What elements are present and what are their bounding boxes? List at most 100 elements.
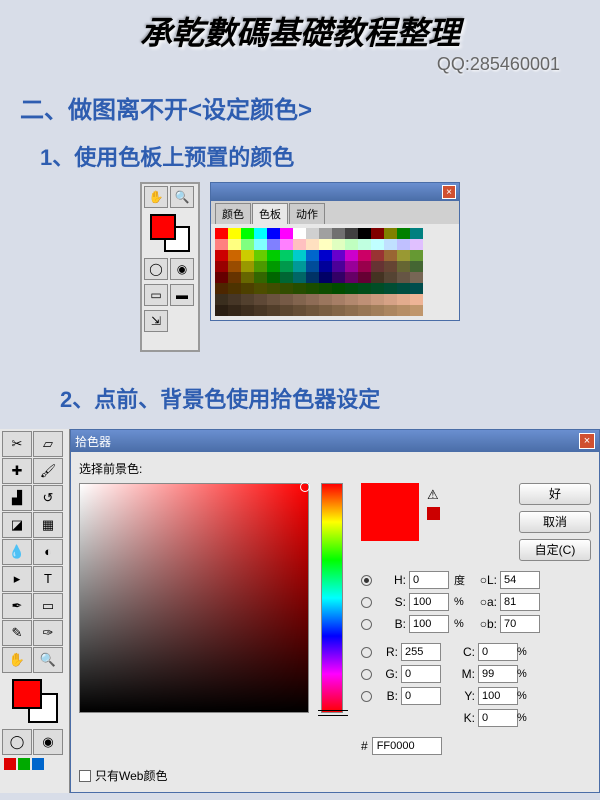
swatch-cell[interactable] bbox=[384, 239, 397, 250]
dodge-tool-icon[interactable]: ◐ bbox=[33, 539, 63, 565]
swatch-cell[interactable] bbox=[397, 239, 410, 250]
hex-input[interactable]: FF0000 bbox=[372, 737, 442, 755]
swatch-cell[interactable] bbox=[267, 261, 280, 272]
eyedropper-tool-icon[interactable]: ✑ bbox=[33, 620, 63, 646]
m-input[interactable]: 99 bbox=[478, 665, 518, 683]
swatch-cell[interactable] bbox=[371, 305, 384, 316]
tab-color[interactable]: 颜色 bbox=[215, 203, 251, 224]
swatch-cell[interactable] bbox=[306, 294, 319, 305]
swatch-cell[interactable] bbox=[319, 283, 332, 294]
swatch-cell[interactable] bbox=[254, 228, 267, 239]
swatch-cell[interactable] bbox=[384, 250, 397, 261]
path-tool-icon[interactable]: ▸ bbox=[2, 566, 32, 592]
swatch-cell[interactable] bbox=[254, 305, 267, 316]
screen-mode-2-icon[interactable]: ▬ bbox=[170, 284, 194, 306]
l-input[interactable]: 54 bbox=[500, 571, 540, 589]
swatch-cell[interactable] bbox=[345, 239, 358, 250]
swatch-cell[interactable] bbox=[293, 283, 306, 294]
eraser-tool-icon[interactable]: ◪ bbox=[2, 512, 32, 538]
mini-swatch[interactable] bbox=[32, 758, 44, 770]
gamut-warning-icon[interactable]: ⚠ bbox=[427, 487, 440, 503]
swatch-cell[interactable] bbox=[397, 261, 410, 272]
h-radio[interactable] bbox=[361, 575, 372, 586]
web-only-checkbox[interactable] bbox=[79, 770, 91, 782]
swatch-cell[interactable] bbox=[228, 283, 241, 294]
swatch-cell[interactable] bbox=[397, 228, 410, 239]
swatch-cell[interactable] bbox=[332, 239, 345, 250]
h-input[interactable]: 0 bbox=[409, 571, 449, 589]
r-input[interactable]: 255 bbox=[401, 643, 441, 661]
close-icon[interactable]: × bbox=[579, 433, 595, 449]
swatch-cell[interactable] bbox=[358, 272, 371, 283]
swatch-cell[interactable] bbox=[397, 305, 410, 316]
swatches-titlebar[interactable]: × bbox=[211, 183, 459, 201]
swatch-cell[interactable] bbox=[228, 272, 241, 283]
swatch-cell[interactable] bbox=[306, 305, 319, 316]
swatch-cell[interactable] bbox=[384, 305, 397, 316]
swatch-cell[interactable] bbox=[345, 294, 358, 305]
swatch-cell[interactable] bbox=[332, 294, 345, 305]
swatch-cell[interactable] bbox=[410, 283, 423, 294]
swatch-cell[interactable] bbox=[306, 228, 319, 239]
swatch-cell[interactable] bbox=[241, 283, 254, 294]
swatch-cell[interactable] bbox=[254, 250, 267, 261]
swatch-cell[interactable] bbox=[332, 261, 345, 272]
swatch-cell[interactable] bbox=[267, 294, 280, 305]
swatch-cell[interactable] bbox=[241, 272, 254, 283]
swatch-cell[interactable] bbox=[267, 228, 280, 239]
swatch-cell[interactable] bbox=[254, 239, 267, 250]
custom-button[interactable]: 自定(C) bbox=[519, 539, 591, 561]
slice-tool-icon[interactable]: ▱ bbox=[33, 431, 63, 457]
swatch-cell[interactable] bbox=[267, 250, 280, 261]
crop-tool-icon[interactable]: ✂ bbox=[2, 431, 32, 457]
notes-tool-icon[interactable]: ✎ bbox=[2, 620, 32, 646]
swatch-cell[interactable] bbox=[293, 228, 306, 239]
swatch-cell[interactable] bbox=[319, 305, 332, 316]
swatch-cell[interactable] bbox=[358, 294, 371, 305]
swatch-cell[interactable] bbox=[228, 250, 241, 261]
swatch-cell[interactable] bbox=[241, 261, 254, 272]
swatch-cell[interactable] bbox=[280, 261, 293, 272]
saturation-field[interactable] bbox=[79, 483, 309, 713]
swatch-cell[interactable] bbox=[345, 283, 358, 294]
swatch-cell[interactable] bbox=[410, 239, 423, 250]
cancel-button[interactable]: 取消 bbox=[519, 511, 591, 533]
swatch-cell[interactable] bbox=[215, 294, 228, 305]
swatch-cell[interactable] bbox=[397, 272, 410, 283]
swatch-cell[interactable] bbox=[384, 272, 397, 283]
hand-tool-icon[interactable]: ✋ bbox=[144, 186, 168, 208]
swatch-cell[interactable] bbox=[397, 294, 410, 305]
swatch-cell[interactable] bbox=[371, 294, 384, 305]
jump-to-icon[interactable]: ⇲ bbox=[144, 310, 168, 332]
s-radio[interactable] bbox=[361, 597, 372, 608]
c-input[interactable]: 0 bbox=[478, 643, 518, 661]
swatch-cell[interactable] bbox=[345, 250, 358, 261]
swatch-cell[interactable] bbox=[319, 294, 332, 305]
swatch-cell[interactable] bbox=[293, 305, 306, 316]
tab-actions[interactable]: 动作 bbox=[289, 203, 325, 224]
swatch-cell[interactable] bbox=[215, 305, 228, 316]
swatch-cell[interactable] bbox=[384, 261, 397, 272]
swatch-cell[interactable] bbox=[319, 228, 332, 239]
type-tool-icon[interactable]: T bbox=[33, 566, 63, 592]
swatch-cell[interactable] bbox=[332, 228, 345, 239]
swatch-cell[interactable] bbox=[410, 261, 423, 272]
b2v-input[interactable]: 0 bbox=[401, 687, 441, 705]
swatch-cell[interactable] bbox=[358, 261, 371, 272]
swatch-cell[interactable] bbox=[410, 250, 423, 261]
shape-tool-icon[interactable]: ▭ bbox=[33, 593, 63, 619]
bv-input[interactable]: 100 bbox=[409, 615, 449, 633]
stamp-tool-icon[interactable]: ▟ bbox=[2, 485, 32, 511]
zoom-tool-icon[interactable]: 🔍 bbox=[170, 186, 194, 208]
swatch-cell[interactable] bbox=[228, 294, 241, 305]
swatch-cell[interactable] bbox=[215, 283, 228, 294]
swatch-cell[interactable] bbox=[306, 239, 319, 250]
swatch-cell[interactable] bbox=[254, 283, 267, 294]
fg-bg-color-selector[interactable] bbox=[150, 214, 190, 252]
swatch-cell[interactable] bbox=[306, 272, 319, 283]
swatch-cell[interactable] bbox=[319, 261, 332, 272]
swatch-cell[interactable] bbox=[319, 250, 332, 261]
swatch-cell[interactable] bbox=[215, 272, 228, 283]
swatch-cell[interactable] bbox=[371, 239, 384, 250]
a-input[interactable]: 81 bbox=[500, 593, 540, 611]
